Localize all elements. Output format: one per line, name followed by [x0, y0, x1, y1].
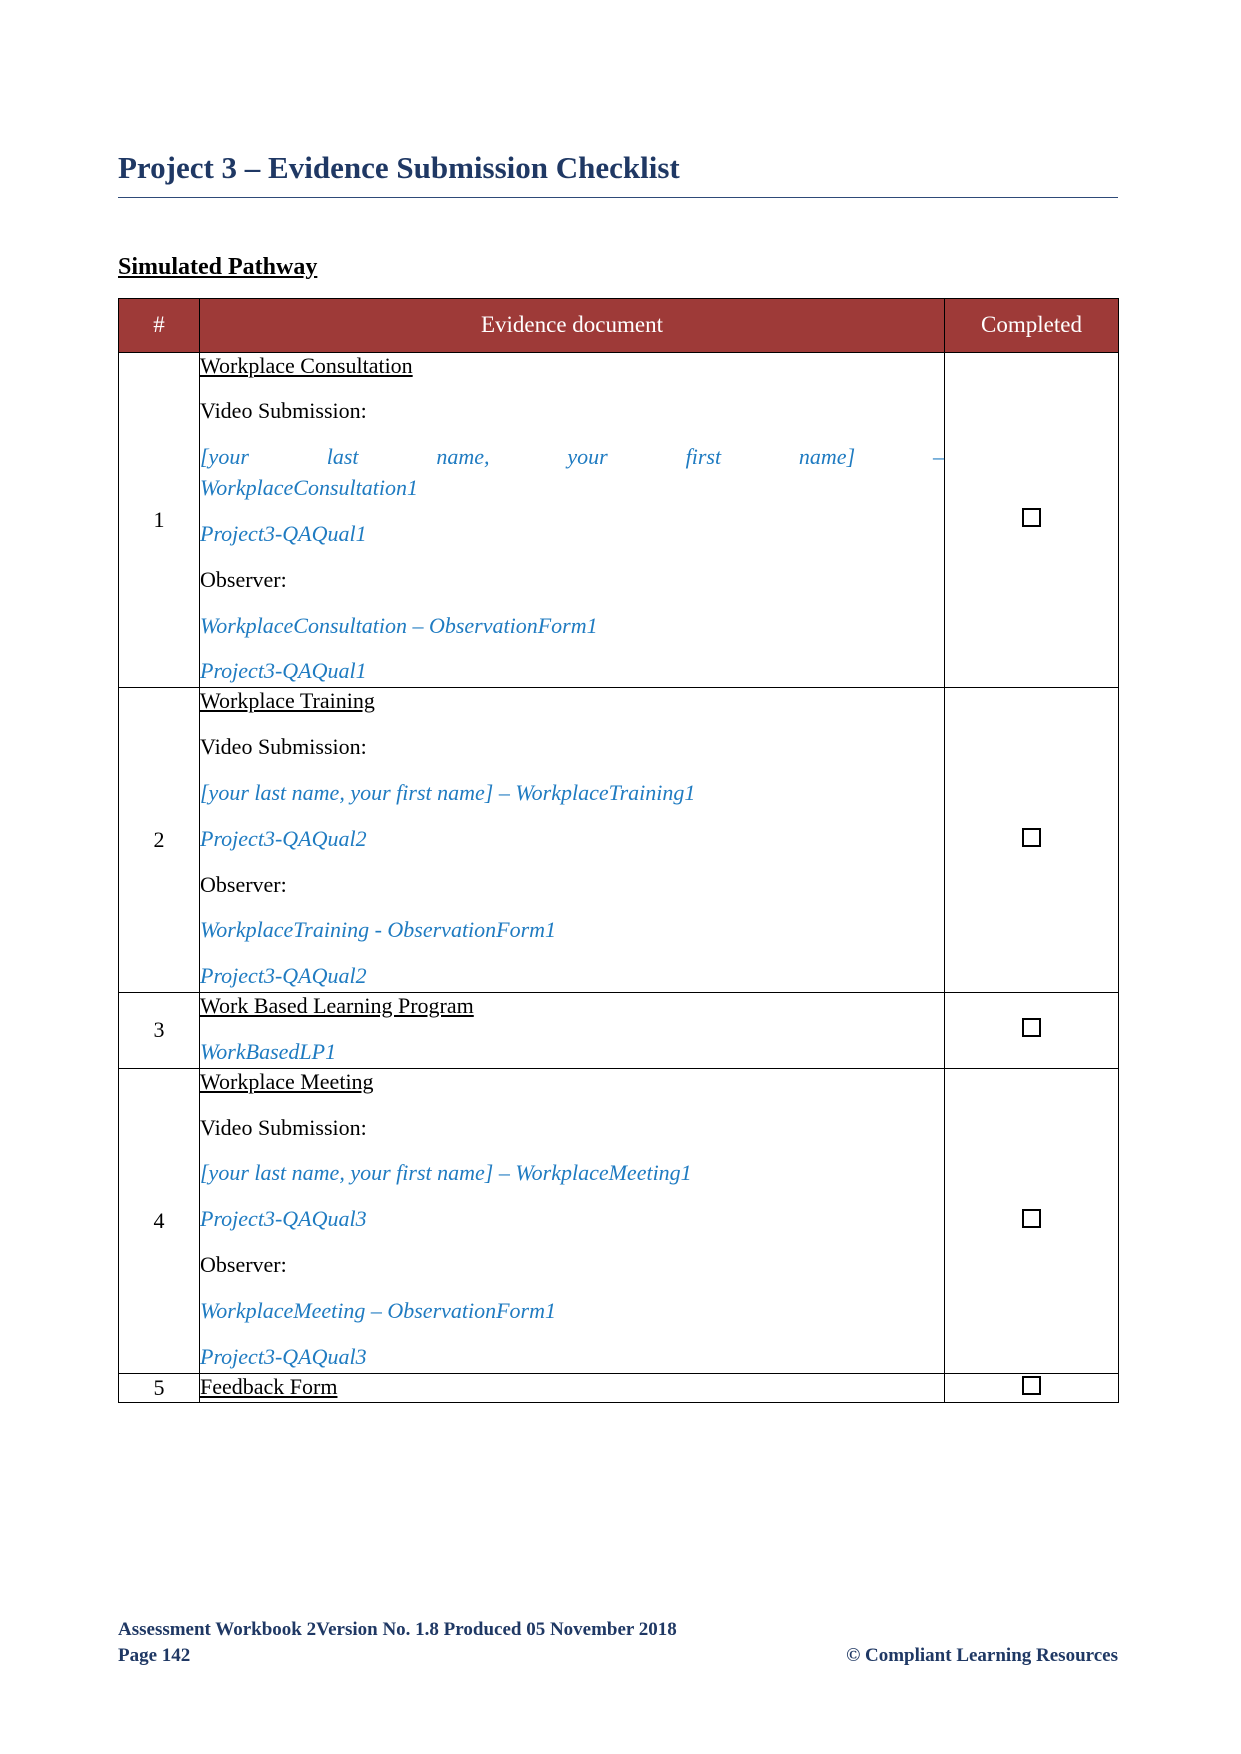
completed-cell[interactable] [944, 1372, 1119, 1404]
table-row: 3 Work Based Learning Program WorkBasedL… [118, 992, 1119, 1069]
checkbox-icon[interactable] [1022, 828, 1041, 848]
evidence-title: Feedback Form [200, 1373, 338, 1399]
checkbox-icon[interactable] [1022, 1018, 1041, 1038]
column-header-evidence: Evidence document [199, 297, 945, 353]
table-row: 4 Workplace Meeting Video Submission: [y… [118, 1067, 1119, 1374]
evidence-submission-table: # Evidence document Completed 1 Workplac… [118, 297, 1119, 1404]
checkbox-icon[interactable] [1022, 1208, 1041, 1228]
video-qual-code: WorkBasedLP1 [200, 1038, 337, 1064]
row-number: 5 [118, 1372, 200, 1404]
video-submission-label: Video Submission: [200, 1114, 367, 1140]
completed-cell[interactable] [944, 1067, 1119, 1374]
evidence-cell: Workplace Meeting Video Submission: [you… [199, 1067, 945, 1374]
video-file-name-dash: – [933, 444, 945, 470]
video-file-name-text: [your last name, your first name] [200, 444, 856, 470]
observer-label: Observer: [200, 1252, 287, 1278]
video-qual-code: Project3-QAQual2 [200, 825, 367, 851]
table-header-row: # Evidence document Completed [118, 297, 1119, 353]
completed-cell[interactable] [944, 687, 1119, 994]
table-row: 5 Feedback Form [118, 1372, 1119, 1404]
row-number: 1 [118, 351, 200, 689]
observer-label: Observer: [200, 566, 287, 592]
document-page: Project 3 – Evidence Submission Checklis… [0, 0, 1241, 1754]
footer-copyright: © Compliant Learning Resources [846, 1644, 1118, 1666]
page-footer: Assessment Workbook 2Version No. 1.8 Pro… [118, 1617, 1118, 1668]
evidence-title: Workplace Meeting [200, 1068, 374, 1094]
page-content: Project 3 – Evidence Submission Checklis… [118, 150, 1119, 1404]
section-heading: Simulated Pathway [118, 253, 318, 280]
observer-file-name: WorkplaceTraining - ObservationForm1 [200, 917, 557, 943]
row-number: 2 [118, 687, 200, 994]
footer-bottom-row: Page 142 © Compliant Learning Resources [118, 1643, 1118, 1669]
page-title: Project 3 – Evidence Submission Checklis… [118, 150, 1118, 198]
row-number: 3 [118, 992, 200, 1069]
observer-qual-code: Project3-QAQual2 [200, 963, 367, 989]
video-file-name: [your last name, your first name] – Work… [200, 1160, 692, 1186]
table-body: 1 Workplace Consultation Video Submissio… [118, 351, 1119, 1404]
footer-page-number: Page 142 [118, 1644, 191, 1666]
row-number: 4 [118, 1067, 200, 1374]
column-header-completed: Completed [944, 297, 1119, 353]
table-row: 1 Workplace Consultation Video Submissio… [118, 351, 1119, 689]
video-file-name: [your last name, your first name] – Work… [200, 779, 696, 805]
evidence-cell: Work Based Learning Program WorkBasedLP1 [199, 992, 945, 1069]
observer-file-name: WorkplaceMeeting – ObservationForm1 [200, 1297, 557, 1323]
checkbox-icon[interactable] [1022, 507, 1041, 527]
evidence-cell: Feedback Form [199, 1372, 945, 1404]
observer-qual-code: Project3-QAQual3 [200, 1343, 367, 1369]
evidence-cell: Workplace Consultation Video Submission:… [199, 351, 945, 689]
table-row: 2 Workplace Training Video Submission: [… [118, 687, 1119, 994]
observer-qual-code: Project3-QAQual1 [200, 658, 367, 684]
video-file-name-part1: [your last name, your first name] – [200, 444, 944, 471]
evidence-title: Work Based Learning Program [200, 993, 474, 1019]
video-submission-label: Video Submission: [200, 734, 367, 760]
observer-label: Observer: [200, 871, 287, 897]
evidence-title: Workplace Consultation [200, 352, 413, 378]
column-header-number: # [118, 297, 200, 353]
completed-cell[interactable] [944, 992, 1119, 1069]
video-submission-label: Video Submission: [200, 398, 367, 424]
footer-version-line: Assessment Workbook 2Version No. 1.8 Pro… [118, 1619, 677, 1640]
completed-cell[interactable] [944, 351, 1119, 689]
table-header: # Evidence document Completed [118, 297, 1119, 353]
evidence-cell: Workplace Training Video Submission: [yo… [199, 687, 945, 994]
evidence-title: Workplace Training [200, 688, 375, 714]
video-qual-code: Project3-QAQual1 [200, 520, 367, 546]
section-heading-wrap: Simulated Pathway [118, 254, 1118, 281]
video-file-name-part2: WorkplaceConsultation1 [200, 475, 418, 501]
checkbox-icon[interactable] [1022, 1375, 1041, 1395]
observer-file-name: WorkplaceConsultation – ObservationForm1 [200, 612, 598, 638]
video-qual-code: Project3-QAQual3 [200, 1206, 367, 1232]
